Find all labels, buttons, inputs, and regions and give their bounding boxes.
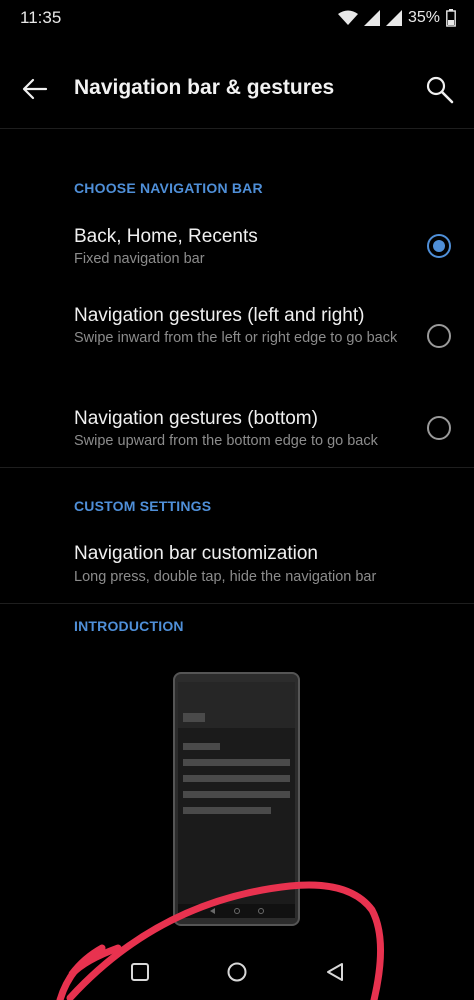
- section-divider: [0, 467, 474, 468]
- battery-icon: [446, 9, 456, 27]
- section-header-choose-nav: CHOOSE NAVIGATION BAR: [74, 180, 263, 196]
- back-button[interactable]: [20, 74, 50, 104]
- arrow-left-icon: [22, 78, 48, 100]
- option-title: Navigation gestures (left and right): [74, 305, 365, 326]
- status-icons: 35%: [337, 6, 456, 30]
- search-button[interactable]: [424, 74, 456, 106]
- option-title: Back, Home, Recents: [74, 226, 258, 247]
- section-header-custom: CUSTOM SETTINGS: [74, 498, 212, 514]
- radio-gestures-bottom[interactable]: [427, 416, 451, 440]
- home-button[interactable]: [225, 960, 249, 984]
- signal-icon-2: [385, 10, 402, 26]
- option-subtitle: Swipe inward from the left or right edge…: [74, 330, 398, 346]
- square-icon: [131, 963, 149, 981]
- status-time: 11:35: [20, 8, 62, 27]
- option-subtitle: Swipe upward from the bottom edge to go …: [74, 433, 378, 449]
- phone-illustration: [173, 672, 300, 926]
- section-header-intro: INTRODUCTION: [74, 618, 184, 634]
- section-divider-2: [0, 603, 474, 604]
- option-subtitle: Fixed navigation bar: [74, 251, 205, 267]
- option-title: Navigation bar customization: [74, 543, 318, 564]
- nav-back-button[interactable]: [323, 960, 347, 984]
- header-divider: [0, 128, 474, 129]
- signal-icon: [363, 10, 380, 26]
- recents-button[interactable]: [128, 960, 152, 984]
- option-subtitle: Long press, double tap, hide the navigat…: [74, 569, 377, 585]
- option-title: Navigation gestures (bottom): [74, 408, 318, 429]
- circle-icon: [227, 962, 247, 982]
- status-bar: 11:35 35%: [0, 0, 474, 36]
- wifi-icon: [337, 10, 358, 25]
- radio-back-home-recents[interactable]: [427, 234, 451, 258]
- app-bar: Navigation bar & gestures: [0, 56, 474, 126]
- page-title: Navigation bar & gestures: [74, 76, 335, 99]
- battery-percent: 35%: [407, 9, 440, 26]
- triangle-left-icon: [327, 963, 343, 981]
- search-icon: [426, 76, 454, 104]
- radio-gestures-left-right[interactable]: [427, 324, 451, 348]
